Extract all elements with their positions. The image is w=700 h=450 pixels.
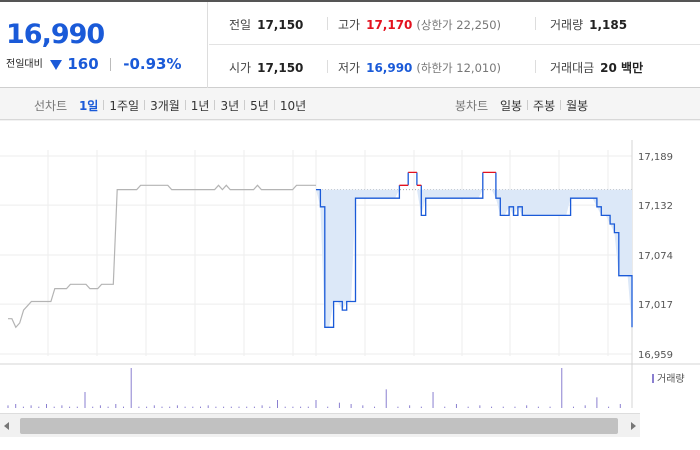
lower-limit-note: (하한가 12,010) [416, 61, 502, 75]
quote-header: 16,990 전일대비 160 -0.93% 전일 17,150 고가 17,170… [0, 0, 700, 88]
range-1y[interactable]: 1년 [191, 99, 210, 113]
divider [327, 17, 328, 30]
below-prev-close-fill [316, 189, 632, 328]
y-tick-label: 16,959 [638, 350, 673, 361]
divider [535, 17, 536, 30]
divider [214, 100, 216, 110]
chart-canvas: 17,189 17,132 17,074 17,017 16,959 거래량 [0, 120, 700, 408]
stats-row: 전일 17,150 고가 17,170 (상한가 22,250) 거래량 1,185 [209, 2, 700, 45]
divider [110, 58, 112, 71]
stat-value: 20 백만 [600, 61, 644, 75]
scroll-left-icon[interactable] [4, 422, 9, 430]
y-tick-label: 17,074 [638, 251, 673, 262]
candle-monthly[interactable]: 월봉 [566, 99, 588, 113]
stat-low: 저가 16,990 (하한가 12,010) [338, 59, 501, 76]
chart-toolbar: 선차트 1일 1주일 3개월 1년 3년 5년 10년 봉차트 일봉 주봉 월봉 [0, 88, 700, 120]
stat-value: 17,170 [366, 18, 413, 32]
stat-label: 고가 [338, 18, 361, 32]
quote-stats: 전일 17,150 고가 17,170 (상한가 22,250) 거래량 1,185 시… [209, 2, 700, 88]
upper-limit-note: (상한가 22,250) [416, 18, 502, 32]
change-percent: -0.93% [123, 55, 182, 73]
stat-label: 저가 [338, 61, 361, 75]
range-5y[interactable]: 5년 [250, 99, 269, 113]
candle-weekly[interactable]: 주봉 [533, 99, 555, 113]
change-label: 전일대비 [6, 59, 43, 70]
y-tick-label: 17,017 [638, 300, 673, 311]
divider [327, 60, 328, 73]
prev-day-series [8, 184, 316, 329]
price-chart[interactable]: 17,189 17,132 17,074 17,017 16,959 거래량 [0, 120, 700, 412]
down-triangle-icon [49, 60, 62, 70]
stat-value: 17,150 [257, 18, 304, 32]
stat-trade-amount: 거래대금 20 백만 [550, 59, 643, 76]
stat-value: 16,990 [366, 61, 413, 75]
scrollbar-thumb[interactable] [20, 418, 618, 434]
chart-scrollbar[interactable] [0, 413, 640, 437]
volume-legend: 거래량 [657, 373, 685, 385]
stat-open: 시가 17,150 [229, 59, 303, 76]
current-price: 16,990 [6, 19, 105, 50]
line-chart-range-group: 선차트 1일 1주일 3개월 1년 3년 5년 10년 [34, 97, 306, 114]
range-3y[interactable]: 3년 [220, 99, 239, 113]
divider [527, 100, 529, 110]
divider [560, 100, 562, 110]
volume-legend-marker [652, 374, 654, 383]
stat-value: 17,150 [257, 61, 304, 75]
stat-label: 전일 [229, 18, 252, 32]
candle-daily[interactable]: 일봉 [500, 99, 522, 113]
stat-volume: 거래량 1,185 [550, 16, 627, 33]
stat-high: 고가 17,170 (상한가 22,250) [338, 16, 501, 33]
divider [184, 100, 186, 110]
range-3m[interactable]: 3개월 [150, 99, 180, 113]
y-tick-label: 17,132 [638, 201, 673, 212]
divider [535, 60, 536, 73]
price-change: 전일대비 160 -0.93% [6, 55, 182, 73]
divider [273, 100, 275, 110]
y-tick-label: 17,189 [638, 152, 673, 163]
stat-value: 1,185 [589, 18, 628, 32]
divider [144, 100, 146, 110]
change-amount: 160 [67, 55, 99, 73]
range-10y[interactable]: 10년 [280, 99, 306, 113]
price-summary: 16,990 전일대비 160 -0.93% [0, 2, 208, 88]
stats-row: 시가 17,150 저가 16,990 (하한가 12,010) 거래대금 20 백만 [209, 45, 700, 88]
stat-label: 시가 [229, 61, 252, 75]
range-1d[interactable]: 1일 [79, 99, 98, 113]
stat-prev-close: 전일 17,150 [229, 16, 303, 33]
stat-label: 거래량 [550, 18, 584, 32]
divider [103, 100, 105, 110]
divider [244, 100, 246, 110]
stat-label: 거래대금 [550, 61, 595, 75]
candle-chart-range-group: 봉차트 일봉 주봉 월봉 [455, 97, 588, 114]
range-1w[interactable]: 1주일 [109, 99, 139, 113]
line-chart-label: 선차트 [34, 99, 68, 113]
scroll-right-icon[interactable] [631, 422, 636, 430]
candle-chart-label: 봉차트 [455, 99, 489, 113]
